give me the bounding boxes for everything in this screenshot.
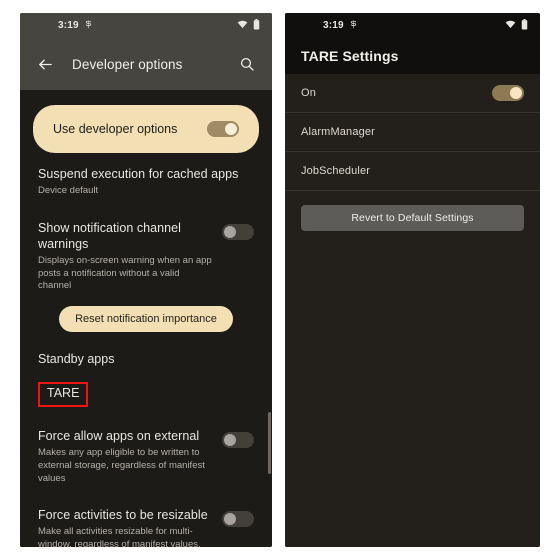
reset-notification-importance-row: Reset notification importance (20, 302, 272, 340)
force-allow-external-title: Force allow apps on external (38, 429, 200, 443)
toggle-knob (224, 434, 236, 446)
tare-item[interactable]: TARE (38, 382, 254, 407)
battery-icon (253, 18, 260, 33)
tare-on-row[interactable]: On (285, 74, 540, 112)
revert-to-default-settings-button[interactable]: Revert to Default Settings (301, 205, 524, 231)
notification-glyph-icon (84, 20, 93, 32)
revert-button-container: Revert to Default Settings (285, 191, 540, 231)
tare-settings-body: On AlarmManager JobScheduler Revert to D… (285, 74, 540, 547)
reset-notification-importance-button[interactable]: Reset notification importance (59, 306, 233, 333)
right-phone-screen: 3:19 TARE Settings On AlarmManager JobSc… (285, 13, 540, 547)
job-scheduler-row[interactable]: JobScheduler (285, 152, 540, 190)
show-notification-channel-warnings-row[interactable]: Show notification channel warnings Displ… (20, 207, 272, 302)
show-notification-warnings-title: Show notification channel warnings (38, 220, 182, 251)
left-status-bar: 3:19 (20, 13, 272, 38)
toggle-knob (224, 513, 236, 526)
suspend-execution-text: Suspend execution for cached apps Device… (38, 166, 254, 198)
use-developer-options-label: Use developer options (53, 122, 178, 136)
tare-item-label[interactable]: TARE (38, 382, 89, 407)
battery-icon (521, 18, 528, 33)
wifi-icon (237, 20, 248, 32)
show-notification-warnings-text: Show notification channel warnings Displ… (38, 220, 212, 293)
force-allow-external-text: Force allow apps on external Makes any a… (38, 428, 212, 485)
tare-settings-title: TARE Settings (301, 48, 399, 64)
alarm-manager-row[interactable]: AlarmManager (285, 113, 540, 151)
force-activities-resizable-subtitle: Make all activities resizable for multi-… (38, 526, 201, 547)
use-developer-options-row[interactable]: Use developer options (33, 105, 259, 153)
show-notification-warnings-toggle[interactable] (222, 223, 254, 240)
notification-glyph-icon (349, 20, 358, 32)
toggle-knob (224, 225, 236, 238)
toggle-knob (510, 87, 522, 99)
toggle-knob (225, 123, 237, 135)
page-title: Developer options (72, 56, 183, 72)
status-bar-clock: 3:19 (58, 20, 79, 31)
tare-on-toggle[interactable] (492, 85, 524, 101)
status-bar-left-cluster: 3:19 (58, 20, 93, 32)
show-notification-warnings-subtitle: Displays on-screen warning when an app p… (38, 254, 212, 292)
left-app-bar: Developer options (20, 38, 272, 90)
force-activities-resizable-title: Force activities to be resizable (38, 508, 208, 523)
force-allow-external-subtitle: Makes any app eligible to be written to … (38, 447, 205, 484)
force-activities-resizable-toggle[interactable] (222, 511, 254, 528)
status-bar-clock: 3:19 (323, 20, 344, 31)
force-activities-resizable-row[interactable]: Force activities to be resizable Make al… (20, 494, 272, 547)
status-bar-right-cluster (237, 18, 260, 33)
search-icon[interactable] (236, 53, 258, 75)
tare-on-label: On (301, 87, 316, 99)
screenshot-stage: 3:19 Developer options Use developer opt… (0, 0, 560, 560)
suspend-execution-subtitle: Device default (38, 185, 99, 196)
right-status-bar: 3:19 (285, 13, 540, 38)
vertical-scrollbar[interactable] (268, 412, 271, 474)
force-activities-resizable-text: Force activities to be resizable Make al… (38, 507, 212, 547)
use-developer-options-toggle[interactable] (207, 121, 239, 137)
left-phone-screen: 3:19 Developer options Use developer opt… (20, 13, 272, 547)
arrow-back-icon[interactable] (34, 53, 56, 75)
wifi-icon (505, 20, 516, 32)
suspend-execution-title: Suspend execution for cached apps (38, 167, 239, 181)
force-allow-apps-on-external-row[interactable]: Force allow apps on external Makes any a… (20, 415, 272, 494)
status-bar-right-cluster (505, 18, 528, 33)
suspend-execution-row[interactable]: Suspend execution for cached apps Device… (20, 153, 272, 207)
force-allow-external-toggle[interactable] (222, 432, 254, 448)
left-settings-list[interactable]: Use developer options Suspend execution … (20, 90, 272, 547)
right-app-bar: TARE Settings (285, 38, 540, 74)
job-scheduler-label: JobScheduler (301, 165, 371, 177)
standby-apps-item[interactable]: Standby apps (20, 340, 272, 378)
status-bar-left-cluster: 3:19 (323, 20, 358, 32)
alarm-manager-label: AlarmManager (301, 126, 375, 138)
